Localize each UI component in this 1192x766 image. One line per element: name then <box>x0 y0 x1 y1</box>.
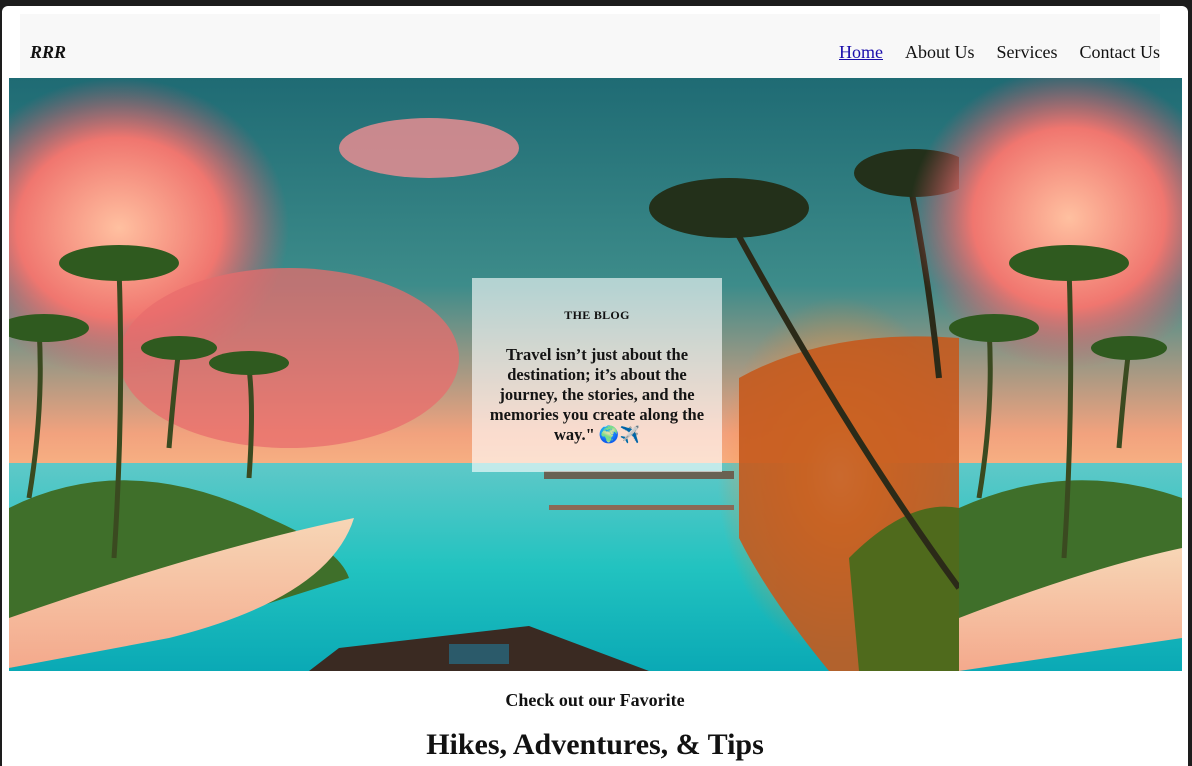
nav-link-home[interactable]: Home <box>839 42 883 63</box>
nav-links: Home About Us Services Contact Us <box>839 42 1160 63</box>
blog-label: THE BLOG <box>564 308 630 322</box>
hero-banner: THE BLOG Travel isn’t just about the des… <box>9 78 1182 671</box>
brand-logo[interactable]: RRR <box>30 42 66 63</box>
section-heading: Hikes, Adventures, & Tips <box>426 728 764 761</box>
nav-link-contact-us[interactable]: Contact Us <box>1080 42 1161 63</box>
nav-link-about-us[interactable]: About Us <box>905 42 975 63</box>
browser-viewport: RRR Home About Us Services Contact Us TH… <box>2 6 1188 766</box>
navbar: RRR Home About Us Services Contact Us <box>20 14 1160 78</box>
nav-link-services[interactable]: Services <box>997 42 1058 63</box>
section-subheading: Check out our Favorite <box>505 690 685 710</box>
blog-quote-text: Travel isn’t just about the destination;… <box>489 345 705 444</box>
blog-quote-card: THE BLOG Travel isn’t just about the des… <box>472 278 722 472</box>
